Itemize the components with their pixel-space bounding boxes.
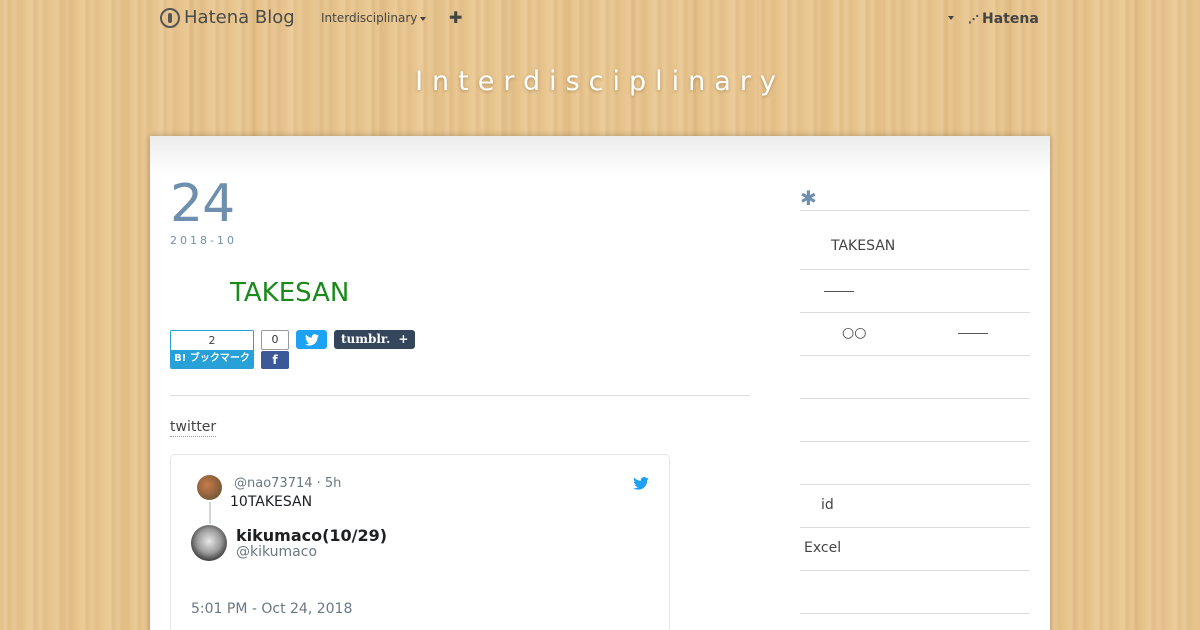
sidebar-divider <box>800 570 1030 571</box>
facebook-share-button[interactable]: 0 f <box>261 330 289 369</box>
tumblr-share-button[interactable]: tumblr. + <box>334 330 416 349</box>
sidebar-item-dash <box>958 333 988 334</box>
reply-text: 10TAKESAN <box>230 494 313 510</box>
hatena-bookmark-count: 2 <box>171 331 253 350</box>
author-avatar[interactable] <box>191 525 227 561</box>
sidebar-star-icon: ✱ <box>800 186 817 210</box>
sidebar-divider <box>800 398 1030 399</box>
reply-handle[interactable]: @nao73714 · 5h <box>234 476 341 491</box>
sidebar-item-dash[interactable] <box>824 291 854 292</box>
hatena-blog-logo-text: Hatena Blog <box>184 7 295 28</box>
sidebar-item-id[interactable]: id <box>821 497 834 513</box>
sidebar-divider <box>800 527 1030 528</box>
sidebar-divider <box>800 613 1030 614</box>
entry-divider <box>170 395 750 396</box>
facebook-share-count: 0 <box>261 330 289 350</box>
author-name[interactable]: kikumaco(10/29) <box>236 526 387 545</box>
twitter-section-label[interactable]: twitter <box>170 419 217 437</box>
tumblr-label: tumblr. <box>341 332 391 346</box>
blog-menu-dropdown[interactable]: Interdisciplinary <box>321 11 427 25</box>
caret-down-icon <box>420 16 427 21</box>
entry-date-year-month[interactable]: 2018-10 <box>170 234 237 247</box>
twitter-bird-icon[interactable] <box>633 475 649 494</box>
blog-title[interactable]: Interdisciplinary <box>0 66 1200 97</box>
twitter-bird-icon <box>304 333 319 346</box>
hatena-bookmark-label: B! ブックマーク <box>171 350 253 368</box>
global-header: Hatena Blog Interdisciplinary ✚ ⋰ Hatena <box>0 0 1200 38</box>
new-entry-plus-icon[interactable]: ✚ <box>449 8 462 27</box>
entry-title[interactable]: TAKESAN <box>230 278 349 308</box>
sidebar-divider <box>800 269 1030 270</box>
tumblr-plus-icon: + <box>398 332 409 346</box>
sidebar-divider <box>800 312 1030 313</box>
sidebar-item-excel[interactable]: Excel <box>804 540 841 556</box>
author-handle[interactable]: @kikumaco <box>236 544 317 560</box>
blog-menu-label: Interdisciplinary <box>321 11 418 25</box>
hatena-bookmark-button[interactable]: 2 B! ブックマーク <box>170 330 254 369</box>
hatena-link-text: Hatena <box>982 11 1039 27</box>
hatena-blog-logo-icon <box>160 7 180 28</box>
sidebar-item-takesan[interactable]: TAKESAN <box>831 238 895 254</box>
embedded-tweet[interactable]: @nao73714 · 5h 10TAKESAN kikumaco(10/29)… <box>170 454 670 630</box>
sidebar-item-circles[interactable]: ○○ <box>842 325 866 341</box>
sidebar-divider <box>800 355 1030 356</box>
reply-avatar[interactable] <box>197 475 222 500</box>
tweet-timestamp[interactable]: 5:01 PM - Oct 24, 2018 <box>191 601 352 617</box>
twitter-share-button[interactable] <box>296 330 327 349</box>
sidebar-divider <box>800 484 1030 485</box>
hatena-link[interactable]: ⋰ Hatena <box>968 11 1039 27</box>
hatena-blog-logo[interactable]: Hatena Blog <box>160 7 295 28</box>
sidebar-divider <box>800 210 1030 211</box>
main-container: 24 2018-10 TAKESAN 2 B! ブックマーク 0 f tumbl… <box>150 136 1050 630</box>
sidebar-divider <box>800 441 1030 442</box>
share-buttons: 2 B! ブックマーク 0 f tumblr. + <box>170 330 416 369</box>
hatena-logo-icon: ⋰ <box>968 12 979 26</box>
thread-line <box>209 502 211 524</box>
user-menu-caret-icon[interactable] <box>948 16 954 20</box>
entry-date-day[interactable]: 24 <box>170 174 235 234</box>
facebook-icon: f <box>261 351 289 369</box>
